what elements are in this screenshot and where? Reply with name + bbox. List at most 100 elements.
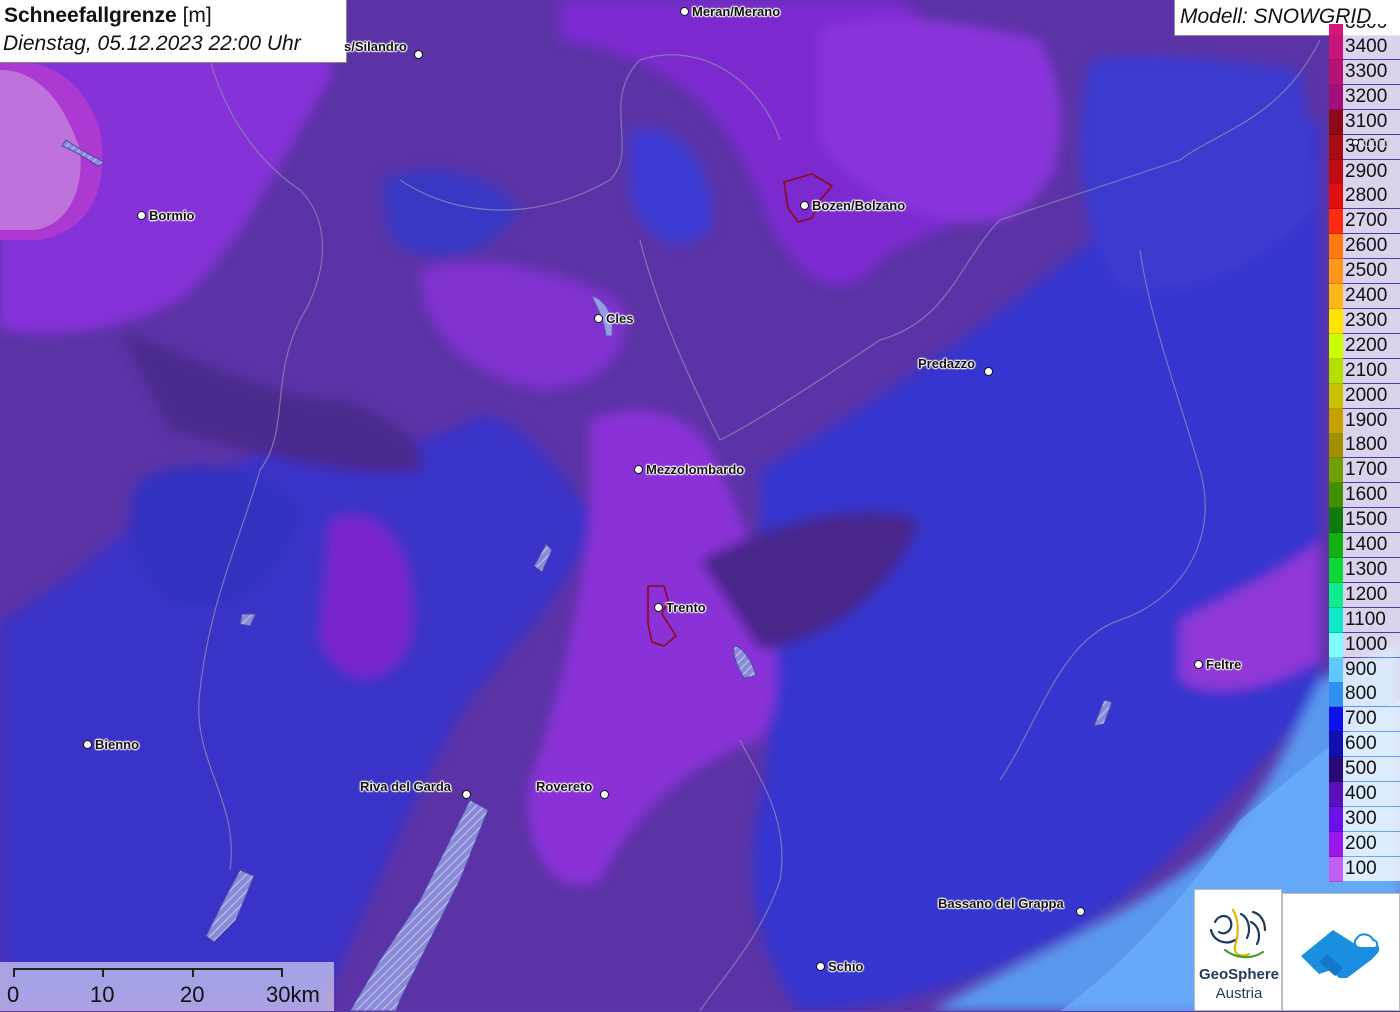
legend-label: 2200 — [1343, 333, 1400, 358]
legend-label: 500 — [1343, 757, 1400, 782]
scale-label-30km: 30km — [266, 982, 320, 1007]
legend-swatch — [1329, 134, 1343, 160]
legend-row-900: 900 — [1329, 657, 1400, 683]
city-dot — [634, 465, 643, 474]
legend-row-2500: 2500 — [1329, 259, 1400, 285]
legend-label: 300 — [1343, 806, 1400, 831]
legend-row-2300: 2300 — [1329, 308, 1400, 334]
legend-row-3100: 3100 — [1329, 109, 1400, 135]
legend-row-600: 600 — [1329, 732, 1400, 758]
legend-row-partial: 3500 — [1329, 24, 1400, 35]
legend-swatch — [1329, 234, 1343, 260]
legend-swatch — [1329, 84, 1343, 110]
legend-label: 1400 — [1343, 533, 1400, 557]
legend-label: 3100 — [1343, 109, 1400, 134]
city-name: Mezzolombardo — [646, 462, 745, 477]
city-name: Cles — [606, 311, 634, 326]
legend-swatch — [1329, 632, 1343, 658]
legend-row-100: 100 — [1329, 856, 1400, 882]
legend-swatch — [1329, 732, 1343, 758]
legend-row-1200: 1200 — [1329, 582, 1400, 608]
legend-swatch — [1329, 657, 1343, 683]
legend-swatch — [1329, 24, 1343, 35]
legend-label: 3300 — [1343, 59, 1400, 84]
legend-label: 1500 — [1343, 508, 1400, 533]
legend-row-3200: 3200 — [1329, 84, 1400, 110]
city-dot — [594, 314, 603, 323]
legend-label: 2800 — [1343, 184, 1400, 209]
legend-swatch — [1329, 483, 1343, 509]
city-dot — [414, 50, 423, 59]
legend-swatch — [1329, 757, 1343, 783]
legend-label: 3400 — [1343, 35, 1400, 59]
legend-swatch — [1329, 782, 1343, 807]
snow-app-logo[interactable] — [1282, 893, 1400, 1011]
legend-label: 900 — [1343, 657, 1400, 682]
city-dot — [462, 790, 471, 799]
legend-swatch — [1329, 682, 1343, 708]
city-name: Predazzo — [918, 356, 976, 371]
city-dot — [680, 7, 689, 16]
city-dot — [984, 367, 993, 376]
legend-row-500: 500 — [1329, 757, 1400, 783]
legend-swatch — [1329, 433, 1343, 459]
legend-label: 100 — [1343, 856, 1400, 881]
legend-row-3400: 3400 — [1329, 35, 1400, 60]
legend-row-700: 700 — [1329, 707, 1400, 733]
legend-row-1500: 1500 — [1329, 508, 1400, 534]
legend-row-1300: 1300 — [1329, 557, 1400, 583]
city-name: Trento — [666, 600, 706, 615]
legend-swatch — [1329, 508, 1343, 534]
map-date: Dienstag, 05.12.2023 22:00 Uhr — [3, 32, 301, 55]
city-dot — [654, 603, 663, 612]
legend-swatch — [1329, 582, 1343, 608]
legend-label: 1800 — [1343, 433, 1400, 458]
scale-line — [14, 968, 282, 970]
scale-label-10: 10 — [90, 982, 115, 1007]
city-name: s/Silandro — [344, 39, 407, 54]
legend-swatch — [1329, 358, 1343, 384]
title-main: Schneefallgrenze — [4, 4, 177, 27]
geosphere-country: Austria — [1215, 985, 1263, 1002]
legend-row-1600: 1600 — [1329, 483, 1400, 509]
legend-row-1700: 1700 — [1329, 458, 1400, 484]
legend-row-1000: 1000 — [1329, 632, 1400, 658]
legend-swatch — [1329, 408, 1343, 434]
legend-row-3300: 3300 — [1329, 59, 1400, 85]
legend-swatch — [1329, 707, 1343, 733]
legend-row-2200: 2200 — [1329, 333, 1400, 359]
legend-label: 2300 — [1343, 308, 1400, 333]
snowfall-line-map[interactable] — [0, 0, 1400, 1011]
legend-row-800: 800 — [1329, 682, 1400, 708]
legend-swatch — [1329, 458, 1343, 484]
legend-label: 1000 — [1343, 632, 1400, 657]
scale-label-20: 20 — [180, 982, 205, 1007]
legend-label: 1900 — [1343, 408, 1400, 433]
legend-swatch — [1329, 383, 1343, 409]
legend-swatch — [1329, 159, 1343, 185]
city-name: Bozen/Bolzano — [812, 198, 906, 213]
scale-label-0: 0 — [7, 982, 20, 1007]
legend-row-2800: 2800 — [1329, 184, 1400, 210]
city-name: Meran/Merano — [692, 4, 781, 19]
scale-tick — [192, 968, 194, 977]
legend-label: 1700 — [1343, 458, 1400, 483]
legend-label: 2500 — [1343, 259, 1400, 284]
legend-swatch — [1329, 184, 1343, 210]
city-dot — [1352, 139, 1359, 146]
legend-label: 2900 — [1343, 159, 1400, 184]
legend-row-200: 200 — [1329, 831, 1400, 857]
legend-label: 2600 — [1343, 234, 1400, 259]
legend-label: 3200 — [1343, 84, 1400, 109]
city-name: Corti — [1362, 135, 1390, 150]
city-name: Bassano del Grappa — [938, 896, 1064, 911]
legend-label: 600 — [1343, 732, 1400, 757]
geosphere-logo[interactable]: GeoSphere Austria — [1194, 889, 1282, 1011]
legend-label: 1600 — [1343, 483, 1400, 508]
legend-label: 2400 — [1343, 284, 1400, 308]
legend-label: 1200 — [1343, 582, 1400, 607]
legend-label: 2700 — [1343, 209, 1400, 234]
legend-swatch — [1329, 856, 1343, 882]
legend-swatch — [1329, 209, 1343, 235]
legend-label: 200 — [1343, 831, 1400, 856]
